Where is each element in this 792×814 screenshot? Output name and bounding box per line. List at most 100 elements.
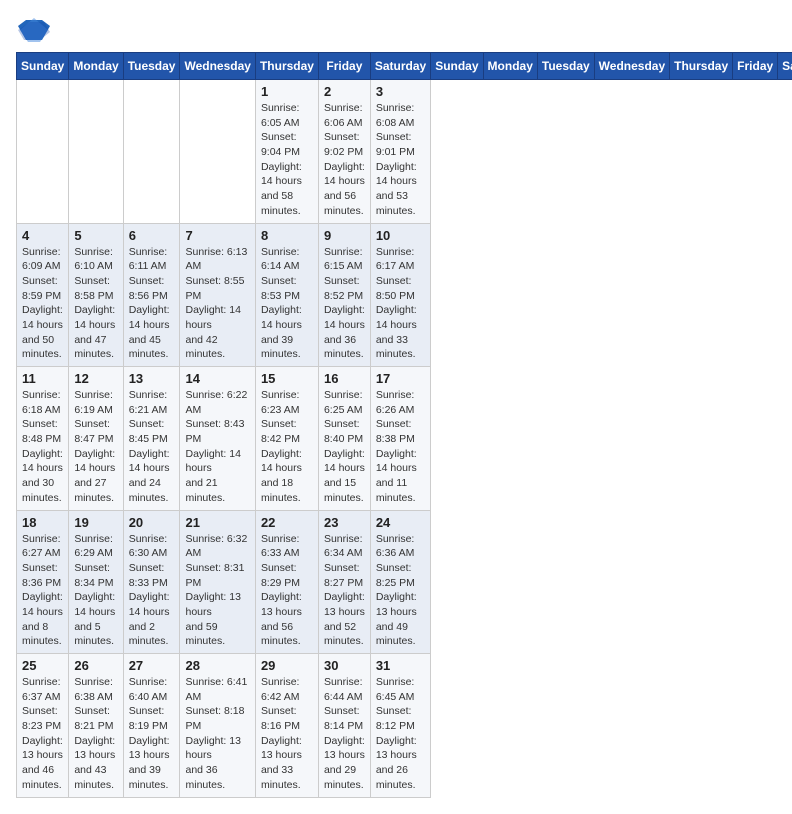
weekday-header-monday: Monday (69, 53, 123, 80)
weekday-header-sunday: Sunday (17, 53, 69, 80)
weekday-header-saturday: Saturday (370, 53, 430, 80)
day-info: Sunrise: 6:09 AM Sunset: 8:59 PM Dayligh… (22, 245, 63, 363)
day-info: Sunrise: 6:36 AM Sunset: 8:25 PM Dayligh… (376, 532, 425, 650)
calendar-cell: 8 Sunrise: 6:14 AM Sunset: 8:53 PM Daylig… (255, 223, 318, 367)
day-number: 25 (22, 658, 63, 673)
day-number: 5 (74, 228, 117, 243)
day-number: 1 (261, 84, 313, 99)
calendar-cell: 3Sunrise: 6:08 AM Sunset: 9:01 PM Daylig… (370, 80, 430, 224)
day-number: 8 (261, 228, 313, 243)
day-info: Sunrise: 6:17 AM Sunset: 8:50 PM Dayligh… (376, 245, 425, 363)
calendar-cell: 27Sunrise: 6:40 AM Sunset: 8:19 PM Dayli… (123, 654, 180, 798)
day-info: Sunrise: 6:18 AM Sunset: 8:48 PM Dayligh… (22, 388, 63, 506)
day-info: Sunrise: 6:06 AM Sunset: 9:02 PM Dayligh… (324, 101, 365, 219)
day-number: 6 (129, 228, 175, 243)
day-info: Sunrise: 6:42 AM Sunset: 8:16 PM Dayligh… (261, 675, 313, 793)
day-info: Sunrise: 6:45 AM Sunset: 8:12 PM Dayligh… (376, 675, 425, 793)
page-header (16, 16, 776, 44)
calendar-cell: 18 Sunrise: 6:27 AM Sunset: 8:36 PM Dayli… (17, 510, 69, 654)
calendar-cell: 15Sunrise: 6:23 AM Sunset: 8:42 PM Dayli… (255, 367, 318, 511)
day-info: Sunrise: 6:44 AM Sunset: 8:14 PM Dayligh… (324, 675, 365, 793)
calendar-week-row: 4 Sunrise: 6:09 AM Sunset: 8:59 PM Daylig… (17, 223, 792, 367)
calendar-cell: 7Sunrise: 6:13 AM Sunset: 8:55 PM Daylig… (180, 223, 255, 367)
calendar-cell: 31 Sunrise: 6:45 AM Sunset: 8:12 PM Dayli… (370, 654, 430, 798)
day-info: Sunrise: 6:11 AM Sunset: 8:56 PM Dayligh… (129, 245, 175, 363)
day-number: 2 (324, 84, 365, 99)
day-number: 9 (324, 228, 365, 243)
day-number: 31 (376, 658, 425, 673)
day-number: 11 (22, 371, 63, 386)
day-number: 23 (324, 515, 365, 530)
day-number: 22 (261, 515, 313, 530)
calendar-cell: 30Sunrise: 6:44 AM Sunset: 8:14 PM Dayli… (318, 654, 370, 798)
calendar-cell: 12 Sunrise: 6:19 AM Sunset: 8:47 PM Dayli… (69, 367, 123, 511)
calendar-cell (180, 80, 255, 224)
weekday-header-wednesday: Wednesday (180, 53, 255, 80)
calendar-cell: 4 Sunrise: 6:09 AM Sunset: 8:59 PM Daylig… (17, 223, 69, 367)
calendar-cell: 24 Sunrise: 6:36 AM Sunset: 8:25 PM Dayli… (370, 510, 430, 654)
calendar-cell (69, 80, 123, 224)
day-number: 13 (129, 371, 175, 386)
weekday-header-monday: Monday (483, 53, 537, 80)
day-number: 7 (185, 228, 249, 243)
day-info: Sunrise: 6:37 AM Sunset: 8:23 PM Dayligh… (22, 675, 63, 793)
calendar-cell: 1 Sunrise: 6:05 AM Sunset: 9:04 PM Daylig… (255, 80, 318, 224)
day-number: 15 (261, 371, 313, 386)
calendar-cell: 11 Sunrise: 6:18 AM Sunset: 8:48 PM Dayli… (17, 367, 69, 511)
calendar-cell: 5Sunrise: 6:10 AM Sunset: 8:58 PM Daylig… (69, 223, 123, 367)
calendar-table: SundayMondayTuesdayWednesdayThursdayFrid… (16, 52, 792, 798)
day-info: Sunrise: 6:27 AM Sunset: 8:36 PM Dayligh… (22, 532, 63, 650)
day-info: Sunrise: 6:14 AM Sunset: 8:53 PM Dayligh… (261, 245, 313, 363)
calendar-cell: 28 Sunrise: 6:41 AM Sunset: 8:18 PM Dayli… (180, 654, 255, 798)
calendar-cell: 21Sunrise: 6:32 AM Sunset: 8:31 PM Dayli… (180, 510, 255, 654)
day-info: Sunrise: 6:19 AM Sunset: 8:47 PM Dayligh… (74, 388, 117, 506)
day-number: 10 (376, 228, 425, 243)
calendar-cell: 13 Sunrise: 6:21 AM Sunset: 8:45 PM Dayli… (123, 367, 180, 511)
calendar-cell (17, 80, 69, 224)
day-number: 24 (376, 515, 425, 530)
weekday-header-sunday: Sunday (431, 53, 483, 80)
weekday-header-thursday: Thursday (255, 53, 318, 80)
day-number: 26 (74, 658, 117, 673)
weekday-header-wednesday: Wednesday (594, 53, 669, 80)
calendar-cell (123, 80, 180, 224)
calendar-cell: 6 Sunrise: 6:11 AM Sunset: 8:56 PM Daylig… (123, 223, 180, 367)
day-number: 12 (74, 371, 117, 386)
day-info: Sunrise: 6:29 AM Sunset: 8:34 PM Dayligh… (74, 532, 117, 650)
calendar-cell: 16 Sunrise: 6:25 AM Sunset: 8:40 PM Dayli… (318, 367, 370, 511)
day-number: 18 (22, 515, 63, 530)
logo (16, 16, 50, 44)
day-info: Sunrise: 6:40 AM Sunset: 8:19 PM Dayligh… (129, 675, 175, 793)
calendar-week-row: 25 Sunrise: 6:37 AM Sunset: 8:23 PM Dayli… (17, 654, 792, 798)
calendar-cell: 22 Sunrise: 6:33 AM Sunset: 8:29 PM Dayli… (255, 510, 318, 654)
calendar-cell: 2 Sunrise: 6:06 AM Sunset: 9:02 PM Daylig… (318, 80, 370, 224)
calendar-cell: 23Sunrise: 6:34 AM Sunset: 8:27 PM Dayli… (318, 510, 370, 654)
day-info: Sunrise: 6:25 AM Sunset: 8:40 PM Dayligh… (324, 388, 365, 506)
day-number: 4 (22, 228, 63, 243)
weekday-header-saturday: Saturday (778, 53, 792, 80)
day-info: Sunrise: 6:21 AM Sunset: 8:45 PM Dayligh… (129, 388, 175, 506)
calendar-cell: 14 Sunrise: 6:22 AM Sunset: 8:43 PM Dayli… (180, 367, 255, 511)
weekday-header-thursday: Thursday (670, 53, 733, 80)
calendar-week-row: 1 Sunrise: 6:05 AM Sunset: 9:04 PM Daylig… (17, 80, 792, 224)
day-number: 14 (185, 371, 249, 386)
day-number: 21 (185, 515, 249, 530)
day-number: 19 (74, 515, 117, 530)
weekday-header-friday: Friday (733, 53, 778, 80)
calendar-week-row: 11 Sunrise: 6:18 AM Sunset: 8:48 PM Dayli… (17, 367, 792, 511)
calendar-cell: 10 Sunrise: 6:17 AM Sunset: 8:50 PM Dayli… (370, 223, 430, 367)
day-info: Sunrise: 6:41 AM Sunset: 8:18 PM Dayligh… (185, 675, 249, 793)
logo-icon (18, 16, 50, 44)
day-info: Sunrise: 6:22 AM Sunset: 8:43 PM Dayligh… (185, 388, 249, 506)
calendar-cell: 26Sunrise: 6:38 AM Sunset: 8:21 PM Dayli… (69, 654, 123, 798)
calendar-week-row: 18 Sunrise: 6:27 AM Sunset: 8:36 PM Dayli… (17, 510, 792, 654)
day-info: Sunrise: 6:05 AM Sunset: 9:04 PM Dayligh… (261, 101, 313, 219)
day-number: 16 (324, 371, 365, 386)
day-number: 3 (376, 84, 425, 99)
day-number: 28 (185, 658, 249, 673)
day-info: Sunrise: 6:33 AM Sunset: 8:29 PM Dayligh… (261, 532, 313, 650)
calendar-cell: 25 Sunrise: 6:37 AM Sunset: 8:23 PM Dayli… (17, 654, 69, 798)
calendar-cell: 17Sunrise: 6:26 AM Sunset: 8:38 PM Dayli… (370, 367, 430, 511)
day-number: 29 (261, 658, 313, 673)
day-info: Sunrise: 6:26 AM Sunset: 8:38 PM Dayligh… (376, 388, 425, 506)
